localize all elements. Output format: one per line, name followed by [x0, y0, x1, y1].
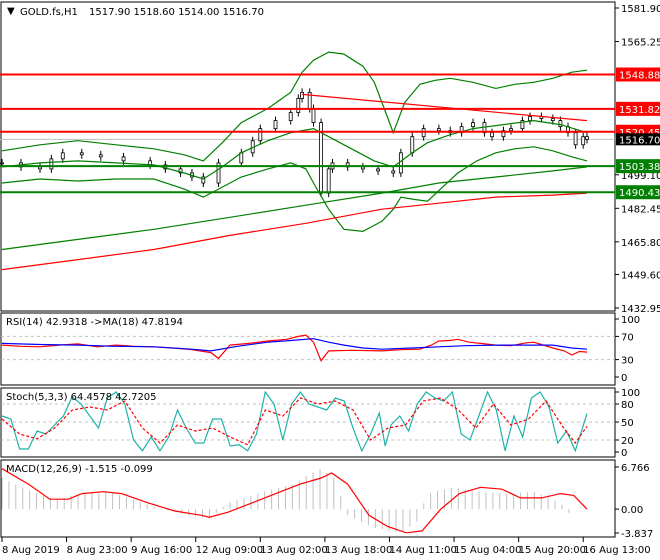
panel-0-frame [0, 1, 616, 312]
candle-body [0, 162, 4, 165]
candle-body [300, 91, 304, 99]
chart-canvas[interactable]: 1581.901565.251499.101482.451465.801449.… [0, 0, 660, 560]
candle-body [490, 132, 494, 138]
level-price-label: 1503.38 [619, 162, 660, 173]
time-tick-label: 15 Aug 04:00 [454, 545, 521, 556]
3-tick-label: 6.766 [621, 463, 650, 474]
candle-body [38, 166, 42, 170]
candle-body [311, 108, 316, 124]
time-tick-label: 14 Aug 11:00 [389, 545, 456, 556]
candle-body [471, 122, 475, 128]
candle-body [288, 112, 293, 121]
candle-body [550, 118, 555, 121]
macd-title: MACD(12,26,9) -1.515 -0.099 [6, 464, 153, 475]
candle-body [391, 170, 396, 174]
candle-body [60, 152, 65, 160]
candle-body [49, 158, 54, 170]
0-tick-label: 1449.60 [621, 270, 660, 281]
symbol-label: GOLD.fs,H1 [20, 7, 78, 18]
rsi-title: RSI(14) 42.9318 ->MA(18) 47.8194 [6, 317, 183, 328]
0-tick-label: 1465.80 [621, 238, 660, 249]
candle-body [258, 128, 263, 142]
candle-body [410, 136, 415, 154]
stoch-title: Stoch(5,3,3) 64.4578 42.7205 [6, 392, 157, 403]
candle-body [528, 116, 532, 121]
level-price-label: 1531.82 [619, 105, 660, 116]
1-tick-label: 0 [621, 373, 627, 384]
candle-body [398, 152, 403, 174]
0-tick-label: 1581.90 [621, 4, 660, 15]
candle-body [98, 154, 103, 158]
candle-body [360, 166, 365, 170]
collapse-triangle-icon[interactable]: ▼ [7, 6, 15, 17]
current-price-label: 1516.70 [619, 135, 660, 146]
time-tick-label: 13 Aug 02:00 [260, 545, 327, 556]
time-tick-label: 8 Aug 23:00 [67, 545, 128, 556]
0-tick-label: 1565.25 [621, 38, 660, 49]
2-tick-label: 50 [621, 418, 634, 429]
2-tick-label: 100 [621, 388, 640, 399]
time-tick-label: 9 Aug 16:00 [131, 545, 192, 556]
level-price-label: 1548.88 [619, 71, 660, 82]
ohlc-label: 1517.90 1518.60 1514.00 1516.70 [89, 7, 264, 18]
time-tick-label: 15 Aug 20:00 [519, 545, 586, 556]
time-tick-label: 8 Aug 2019 [2, 545, 60, 556]
candle-body [573, 132, 578, 146]
1-tick-label: 30 [621, 356, 634, 367]
candle-body [296, 98, 301, 113]
candle-body [585, 136, 589, 140]
1-tick-label: 70 [621, 332, 634, 343]
candle-body [121, 156, 126, 162]
candle-body [326, 168, 331, 194]
level-price-label: 1490.43 [619, 188, 660, 199]
2-tick-label: 80 [621, 400, 634, 411]
2-tick-label: 0 [621, 448, 627, 459]
candle-body [273, 120, 278, 130]
candle-body [239, 152, 244, 164]
time-tick-label: 13 Aug 18:00 [325, 545, 392, 556]
0-tick-label: 1482.45 [621, 204, 660, 215]
0-tick-label: 1432.95 [621, 304, 660, 315]
candle-body [436, 128, 441, 132]
trading-chart-window: 1581.90 1565.25 1499.10 1482.45 1465.80 1449.… [0, 0, 660, 560]
time-tick-label: 12 Aug 09:00 [196, 545, 263, 556]
candle-body [509, 128, 513, 132]
candle-body [376, 168, 380, 172]
3-tick-label: -3.837 [621, 529, 653, 540]
3-tick-label: 0.00 [621, 505, 643, 516]
time-tick-label: 16 Aug 13:00 [583, 545, 650, 556]
1-tick-label: 100 [621, 315, 640, 326]
candle-body [558, 120, 563, 128]
2-tick-label: 20 [621, 436, 634, 447]
candle-body [79, 152, 84, 156]
candle-body [581, 136, 586, 146]
